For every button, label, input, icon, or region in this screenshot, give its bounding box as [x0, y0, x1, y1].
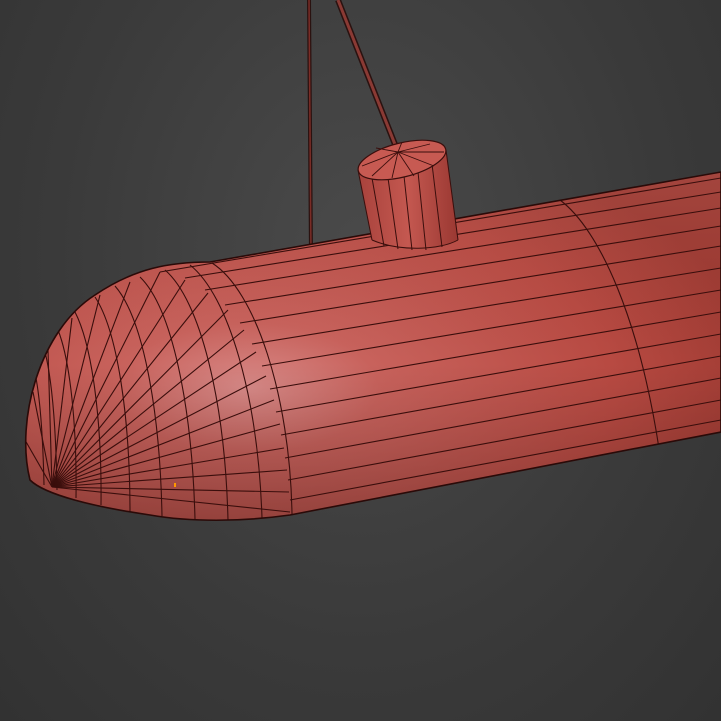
scene-canvas[interactable] [0, 0, 721, 721]
socket-cap[interactable] [354, 133, 459, 251]
3d-viewport[interactable] [0, 0, 721, 721]
vertex-marker[interactable] [174, 483, 176, 487]
